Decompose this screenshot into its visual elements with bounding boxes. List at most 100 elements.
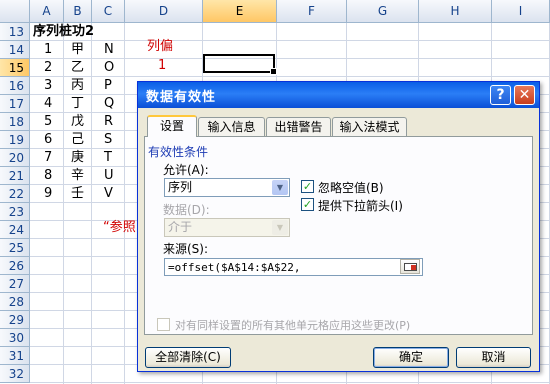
row-header-28[interactable]: 28 <box>0 293 30 311</box>
cell-b20[interactable]: 庚 <box>71 149 84 167</box>
cell-b15[interactable]: 乙 <box>71 59 84 77</box>
grid-column-line <box>124 23 125 384</box>
allow-select-value: 序列 <box>168 180 193 194</box>
column-header-b[interactable]: B <box>64 0 92 23</box>
column-header-i[interactable]: I <box>492 0 550 23</box>
dropdown-arrow-checkbox[interactable]: ✓ <box>301 198 314 211</box>
cell-b17[interactable]: 丁 <box>71 95 84 113</box>
select-all-corner[interactable] <box>0 0 30 23</box>
grid-row-line <box>30 382 550 383</box>
dialog-titlebar[interactable]: 数据有效性 ? ✕ <box>138 82 539 108</box>
cell-a13[interactable]: 序列桩功2 <box>33 23 94 41</box>
tab-error-alert[interactable]: 出错警告 <box>266 117 331 136</box>
row-header-23[interactable]: 23 <box>0 203 30 221</box>
cell-b22[interactable]: 壬 <box>71 185 84 203</box>
cell-a21[interactable]: 8 <box>44 167 52 185</box>
dropdown-arrow-label[interactable]: 提供下拉箭头(I) <box>318 197 403 214</box>
tab-settings-label: 设置 <box>159 119 184 133</box>
cell-a22[interactable]: 9 <box>44 185 52 203</box>
tab-error-alert-label: 出错警告 <box>274 120 323 134</box>
row-header-32[interactable]: 32 <box>0 365 30 383</box>
cell-c20[interactable]: T <box>104 149 112 167</box>
settings-panel: 有效性条件 允许(A): 序列 ▼ 数据(D): 介于 ▼ ✓ 忽略空值(B) … <box>144 136 533 335</box>
cell-c19[interactable]: S <box>104 131 112 149</box>
row-header-15[interactable]: 15 <box>0 59 30 77</box>
allow-label: 允许(A): <box>163 163 209 177</box>
data-select: 介于 ▼ <box>164 218 290 237</box>
cell-a16[interactable]: 3 <box>44 77 52 95</box>
cell-a20[interactable]: 7 <box>44 149 52 167</box>
cell-a18[interactable]: 5 <box>44 113 52 131</box>
validation-criteria-title: 有效性条件 <box>148 145 209 159</box>
cancel-button[interactable]: 取消 <box>456 347 531 368</box>
data-select-value: 介于 <box>168 220 193 234</box>
range-picker-icon[interactable] <box>400 259 420 274</box>
row-header-22[interactable]: 22 <box>0 185 30 203</box>
grid-column-line <box>91 23 92 384</box>
cell-b18[interactable]: 戊 <box>71 113 84 131</box>
row-header-20[interactable]: 20 <box>0 149 30 167</box>
column-header-h[interactable]: H <box>419 0 492 23</box>
row-header-24[interactable]: 24 <box>0 221 30 239</box>
column-header-f[interactable]: F <box>277 0 347 23</box>
chevron-down-icon[interactable]: ▼ <box>272 180 288 195</box>
dialog-title: 数据有效性 <box>146 90 217 105</box>
active-cell-e15[interactable] <box>203 54 277 75</box>
source-label: 来源(S): <box>163 242 209 256</box>
row-header-18[interactable]: 18 <box>0 113 30 131</box>
row-header-13[interactable]: 13 <box>0 23 30 41</box>
cell-c15[interactable]: O <box>104 59 114 77</box>
row-header-29[interactable]: 29 <box>0 311 30 329</box>
row-header-17[interactable]: 17 <box>0 95 30 113</box>
row-header-25[interactable]: 25 <box>0 239 30 257</box>
cell-d14[interactable]: 列偏 <box>147 38 173 56</box>
row-header-26[interactable]: 26 <box>0 257 30 275</box>
cell-a15[interactable]: 2 <box>44 59 52 77</box>
tab-settings[interactable]: 设置 <box>147 115 197 137</box>
row-header-19[interactable]: 19 <box>0 131 30 149</box>
tab-ime-mode[interactable]: 输入法模式 <box>332 117 407 136</box>
cell-b16[interactable]: 丙 <box>71 77 84 95</box>
cell-c17[interactable]: Q <box>104 95 114 113</box>
cell-c18[interactable]: R <box>104 113 113 131</box>
allow-select[interactable]: 序列 ▼ <box>164 178 290 197</box>
row-header-16[interactable]: 16 <box>0 77 30 95</box>
apply-all-checkbox <box>157 318 170 331</box>
cell-b21[interactable]: 辛 <box>71 167 84 185</box>
row-header-21[interactable]: 21 <box>0 167 30 185</box>
tab-input-message-label: 输入信息 <box>207 120 256 134</box>
column-header-c[interactable]: C <box>92 0 125 23</box>
cell-c16[interactable]: P <box>104 77 112 95</box>
column-header-d[interactable]: D <box>125 0 203 23</box>
tab-ime-mode-label: 输入法模式 <box>339 120 400 134</box>
row-header-14[interactable]: 14 <box>0 41 30 59</box>
column-header-e[interactable]: E <box>203 0 277 23</box>
row-header-31[interactable]: 31 <box>0 347 30 365</box>
close-button[interactable]: ✕ <box>514 85 535 105</box>
chevron-down-icon: ▼ <box>272 220 288 235</box>
ignore-blank-checkbox[interactable]: ✓ <box>301 180 314 193</box>
source-input-value: =offset($A$14:$A$22, <box>168 261 301 274</box>
cell-a19[interactable]: 6 <box>44 131 52 149</box>
cell-b14[interactable]: 甲 <box>71 41 84 59</box>
cell-b19[interactable]: 己 <box>71 131 84 149</box>
cell-a17[interactable]: 4 <box>44 95 52 113</box>
cell-c22[interactable]: V <box>104 185 113 203</box>
cell-c24[interactable]: “参照 <box>103 219 136 237</box>
apply-all-label: 对有同样设置的所有其他单元格应用这些更改(P) <box>175 319 411 332</box>
row-header-27[interactable]: 27 <box>0 275 30 293</box>
tab-input-message[interactable]: 输入信息 <box>198 117 265 136</box>
ok-button[interactable]: 确定 <box>373 347 449 368</box>
data-validation-dialog: 数据有效性 ? ✕ 设置 输入信息 出错警告 输入法模式 有效性条件 允许(A)… <box>137 81 540 372</box>
source-input[interactable]: =offset($A$14:$A$22, <box>164 258 423 276</box>
row-header-30[interactable]: 30 <box>0 329 30 347</box>
cell-c14[interactable]: N <box>104 41 114 59</box>
column-header-g[interactable]: G <box>347 0 419 23</box>
cell-d15[interactable]: 1 <box>158 57 166 75</box>
clear-all-button[interactable]: 全部清除(C) <box>145 347 231 368</box>
help-button[interactable]: ? <box>490 85 511 105</box>
ignore-blank-label[interactable]: 忽略空值(B) <box>318 179 384 196</box>
column-header-a[interactable]: A <box>30 0 64 23</box>
cell-a14[interactable]: 1 <box>44 41 52 59</box>
cell-c21[interactable]: U <box>104 167 114 185</box>
